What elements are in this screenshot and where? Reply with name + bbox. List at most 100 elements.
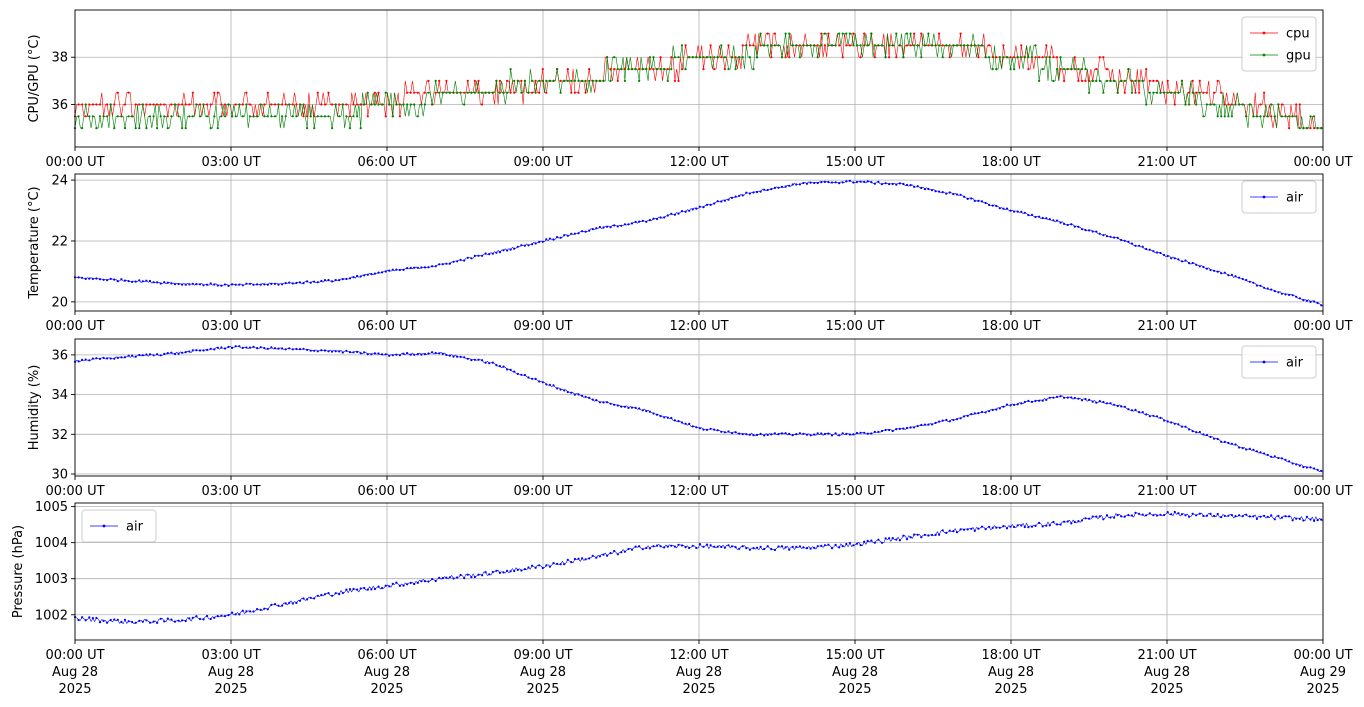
- data-point: [227, 284, 230, 287]
- data-point: [195, 283, 198, 286]
- data-point: [127, 280, 130, 283]
- data-point: [1309, 115, 1312, 118]
- x-tick-label: 21:00 UT: [1137, 155, 1196, 170]
- data-point: [288, 601, 291, 605]
- data-point: [1127, 240, 1130, 243]
- data-point: [359, 127, 362, 130]
- data-point: [1152, 91, 1155, 94]
- data-point: [1270, 288, 1273, 291]
- data-point: [598, 225, 602, 229]
- data-point: [527, 91, 530, 94]
- data-point: [838, 546, 841, 549]
- data-point: [730, 56, 734, 59]
- data-point: [863, 431, 866, 434]
- data-point: [627, 223, 630, 226]
- data-point: [716, 545, 719, 548]
- data-point: [1173, 510, 1176, 514]
- data-point: [77, 103, 80, 106]
- data-point: [877, 430, 880, 433]
- data-point: [141, 103, 144, 106]
- data-point: [473, 79, 476, 82]
- data-point: [295, 115, 298, 118]
- data-point: [463, 259, 466, 262]
- data-point: [659, 216, 662, 219]
- data-point: [356, 103, 359, 106]
- data-point: [295, 601, 298, 605]
- data-point: [402, 352, 405, 355]
- data-point: [802, 546, 805, 549]
- data-point: [545, 79, 548, 82]
- data-point: [666, 214, 669, 217]
- data-point: [663, 68, 666, 71]
- x-tick-label: 00:00 UT: [1293, 155, 1352, 170]
- y-axis-label: CPU/GPU (°C): [27, 34, 42, 122]
- data-point: [1270, 455, 1273, 458]
- data-point: [891, 182, 894, 186]
- data-point: [184, 283, 187, 286]
- data-point: [131, 280, 134, 283]
- data-point: [834, 44, 837, 47]
- data-point: [1095, 515, 1098, 518]
- data-point: [220, 115, 223, 118]
- data-point: [848, 44, 852, 47]
- data-point: [748, 56, 752, 59]
- data-point: [481, 574, 484, 577]
- data-point: [120, 620, 123, 624]
- data-point: [606, 401, 609, 404]
- data-point: [998, 207, 1001, 210]
- data-point: [309, 281, 312, 284]
- data-point: [409, 103, 412, 106]
- data-point: [998, 56, 1001, 59]
- data-point: [1213, 91, 1216, 94]
- data-point: [1102, 234, 1105, 237]
- x-tick-date: Aug 28: [364, 665, 410, 680]
- data-point: [1298, 517, 1301, 521]
- data-point: [1052, 79, 1055, 82]
- data-point: [788, 548, 791, 551]
- data-point: [848, 541, 852, 545]
- data-point: [780, 56, 784, 59]
- data-point: [620, 551, 623, 554]
- data-point: [1252, 515, 1255, 518]
- data-point: [941, 44, 944, 47]
- data-point: [930, 533, 934, 537]
- data-point: [1098, 515, 1101, 518]
- data-point: [173, 103, 177, 106]
- data-point: [566, 234, 569, 237]
- data-point: [588, 229, 591, 232]
- data-point: [95, 357, 98, 360]
- data-point: [488, 253, 491, 256]
- data-point: [1148, 512, 1151, 515]
- data-point: [202, 103, 205, 106]
- data-point: [566, 68, 569, 71]
- data-point: [670, 544, 673, 547]
- data-point: [1288, 115, 1291, 118]
- data-point: [1245, 448, 1248, 451]
- data-point: [448, 354, 451, 357]
- data-point: [1088, 229, 1091, 232]
- x-tick-year: 2025: [994, 682, 1027, 697]
- data-point: [1088, 91, 1091, 94]
- data-point: [720, 200, 723, 203]
- data-point: [223, 115, 227, 118]
- data-point: [288, 103, 291, 106]
- data-point: [834, 543, 837, 547]
- data-point: [463, 91, 466, 94]
- data-point: [234, 345, 237, 348]
- data-point: [152, 620, 155, 623]
- data-point: [777, 545, 780, 548]
- data-point: [984, 411, 987, 414]
- data-point: [1138, 512, 1141, 516]
- data-point: [966, 528, 969, 531]
- data-point: [1113, 236, 1116, 239]
- data-point: [1284, 293, 1287, 296]
- data-point: [759, 44, 762, 47]
- data-point: [259, 608, 262, 612]
- data-point: [1005, 207, 1009, 210]
- data-point: [602, 226, 605, 229]
- data-point: [741, 433, 744, 436]
- data-point: [445, 576, 448, 579]
- data-point: [1159, 416, 1162, 419]
- data-point: [1102, 56, 1105, 59]
- data-point: [598, 401, 602, 404]
